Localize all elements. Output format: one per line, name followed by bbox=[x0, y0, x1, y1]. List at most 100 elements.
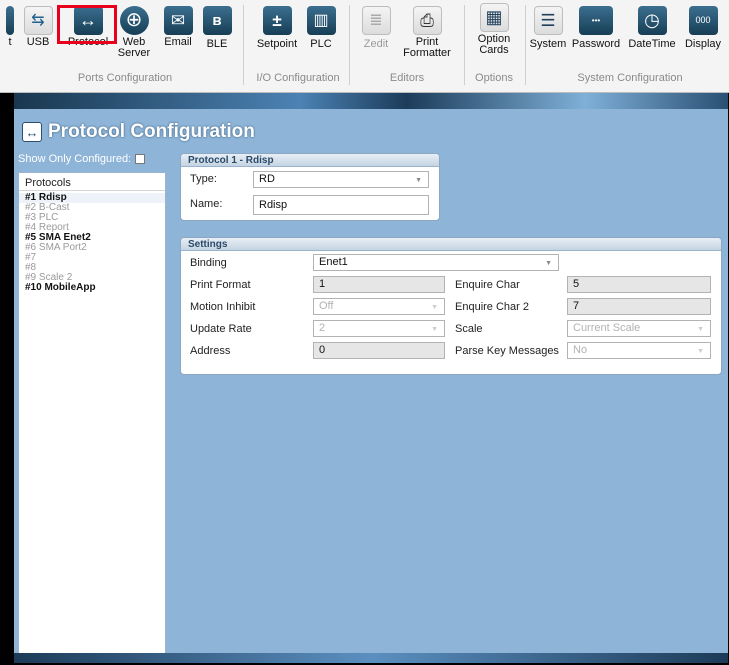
ribbon-zedit-button: ≣ Zedit bbox=[358, 6, 394, 50]
print-format-field[interactable]: 1 bbox=[313, 276, 445, 293]
ribbon-display-button[interactable]: 000 Display bbox=[682, 6, 724, 50]
name-label: Name: bbox=[190, 198, 223, 210]
protocol-config-content: ↔ Protocol Configuration Show Only Confi… bbox=[14, 109, 728, 656]
ribbon-print-formatter-button[interactable]: ⎙ Print Formatter bbox=[396, 6, 458, 59]
protocol-panel: Protocol 1 - Rdisp Type: RD ▼ Name: Rdis… bbox=[180, 153, 440, 221]
ribbon-edge-item[interactable]: t bbox=[6, 6, 14, 48]
show-only-configured-label: Show Only Configured: bbox=[18, 153, 132, 165]
ribbon-email-button[interactable]: ✉ Email bbox=[160, 6, 196, 48]
motion-inhibit-label: Motion Inhibit bbox=[190, 301, 256, 313]
chevron-down-icon: ▼ bbox=[415, 177, 422, 184]
page-title-text: Protocol Configuration bbox=[48, 121, 255, 142]
update-rate-value: 2 bbox=[319, 322, 326, 334]
protocol-panel-title: Protocol 1 - Rdisp bbox=[181, 154, 439, 167]
datetime-label: DateTime bbox=[628, 38, 676, 50]
ribbon-ble-button[interactable]: ʙ BLE bbox=[200, 6, 234, 50]
protocols-list-header: Protocols bbox=[19, 173, 165, 191]
enquire-char2-label: Enquire Char 2 bbox=[455, 301, 529, 313]
settings-panel-title: Settings bbox=[181, 238, 721, 251]
usb-label: USB bbox=[26, 36, 50, 48]
password-label: Password bbox=[571, 38, 621, 50]
enquire-char-field[interactable]: 5 bbox=[567, 276, 711, 293]
usb-icon: ⇆ bbox=[23, 6, 53, 35]
system-label: System bbox=[529, 38, 567, 50]
io-group-label: I/O Configuration bbox=[256, 72, 340, 84]
editors-group-label: Editors bbox=[389, 72, 425, 84]
enquire-char-label: Enquire Char bbox=[455, 279, 520, 291]
print-format-label: Print Format bbox=[190, 279, 251, 291]
list-item[interactable]: #7 bbox=[19, 253, 165, 263]
protocol-highlight-box bbox=[57, 5, 117, 44]
plc-label: PLC bbox=[310, 38, 332, 50]
chevron-down-icon: ▼ bbox=[431, 304, 438, 311]
display-label: Display bbox=[684, 38, 722, 50]
header-banner bbox=[14, 93, 728, 109]
update-rate-select: 2 ▼ bbox=[313, 320, 445, 337]
address-label: Address bbox=[190, 345, 231, 357]
envelope-icon: ✉ bbox=[163, 6, 193, 35]
workspace: ↔ Protocol Configuration Show Only Confi… bbox=[14, 93, 728, 663]
type-select[interactable]: RD ▼ bbox=[253, 171, 429, 188]
setpoint-icon: ± bbox=[262, 6, 292, 35]
type-label: Type: bbox=[190, 173, 217, 185]
option-cards-icon: ▦ bbox=[479, 3, 509, 32]
ribbon-setpoint-button[interactable]: ± Setpoint bbox=[254, 6, 300, 50]
system-group-label: System Configuration bbox=[577, 72, 683, 84]
update-rate-label: Update Rate bbox=[190, 323, 252, 335]
list-item[interactable]: #10 MobileApp bbox=[19, 283, 165, 293]
show-only-configured[interactable]: Show Only Configured: bbox=[18, 153, 146, 165]
zedit-icon: ≣ bbox=[361, 6, 391, 35]
chevron-down-icon: ▼ bbox=[697, 348, 704, 355]
parse-key-messages-select: No ▼ bbox=[567, 342, 711, 359]
bluetooth-icon: ʙ bbox=[202, 6, 232, 35]
binding-label: Binding bbox=[190, 257, 227, 269]
display-icon: 000 bbox=[688, 6, 718, 35]
options-group-label: Options bbox=[475, 72, 513, 84]
list-item[interactable]: #6 SMA Port2 bbox=[19, 243, 165, 253]
setpoint-label: Setpoint bbox=[256, 38, 298, 50]
parse-key-messages-value: No bbox=[573, 344, 588, 356]
ribbon-web-server-button[interactable]: ⊕ Web Server bbox=[114, 6, 154, 59]
web-server-label: Web Server bbox=[117, 36, 151, 59]
enquire-char2-field[interactable]: 7 bbox=[567, 298, 711, 315]
ribbon-divider bbox=[349, 5, 350, 85]
page-title: ↔ Protocol Configuration bbox=[22, 121, 255, 143]
type-value: RD bbox=[259, 173, 275, 185]
ribbon-plc-button[interactable]: ▥ PLC bbox=[304, 6, 338, 50]
settings-panel: Settings Binding Enet1 ▼ Print Format 1 … bbox=[180, 237, 722, 375]
chevron-down-icon: ▼ bbox=[545, 260, 552, 267]
ribbon-password-button[interactable]: ••• Password bbox=[570, 6, 622, 50]
binding-select[interactable]: Enet1 ▼ bbox=[313, 254, 559, 271]
print-formatter-icon: ⎙ bbox=[412, 6, 442, 35]
print-formatter-label: Print Formatter bbox=[403, 36, 451, 59]
scale-label: Scale bbox=[455, 323, 483, 335]
ribbon-option-cards-button[interactable]: ▦ Option Cards bbox=[468, 3, 520, 56]
option-cards-label: Option Cards bbox=[477, 33, 511, 56]
footer-banner bbox=[14, 653, 728, 663]
ble-label: BLE bbox=[206, 38, 228, 50]
name-input[interactable]: Rdisp bbox=[253, 195, 429, 215]
password-icon: ••• bbox=[579, 6, 613, 35]
ribbon-toolbar: t ⇆ USB ↔ Protocol ⊕ Web Server ✉ Email … bbox=[0, 0, 729, 93]
chevron-down-icon: ▼ bbox=[431, 326, 438, 333]
protocol-icon: ↔ bbox=[22, 122, 42, 142]
show-only-configured-checkbox[interactable] bbox=[135, 154, 146, 164]
plc-icon: ▥ bbox=[306, 6, 336, 35]
ribbon-divider bbox=[525, 5, 526, 85]
scale-select: Current Scale ▼ bbox=[567, 320, 711, 337]
ribbon-system-button[interactable]: ☰ System bbox=[528, 6, 568, 50]
protocols-list: Protocols #1 Rdisp #2 B-Cast #3 PLC #4 R… bbox=[18, 172, 166, 656]
ribbon-usb-button[interactable]: ⇆ USB bbox=[18, 6, 58, 48]
clock-icon: ◷ bbox=[637, 6, 667, 35]
address-field[interactable]: 0 bbox=[313, 342, 445, 359]
parse-key-messages-label: Parse Key Messages bbox=[455, 345, 559, 357]
motion-inhibit-select: Off ▼ bbox=[313, 298, 445, 315]
zedit-label: Zedit bbox=[363, 38, 389, 50]
chevron-down-icon: ▼ bbox=[697, 326, 704, 333]
partial-icon bbox=[6, 6, 14, 35]
sliders-icon: ☰ bbox=[533, 6, 563, 35]
globe-icon: ⊕ bbox=[119, 6, 149, 35]
ribbon-datetime-button[interactable]: ◷ DateTime bbox=[624, 6, 680, 50]
scale-value: Current Scale bbox=[573, 322, 641, 334]
email-label: Email bbox=[164, 36, 192, 48]
